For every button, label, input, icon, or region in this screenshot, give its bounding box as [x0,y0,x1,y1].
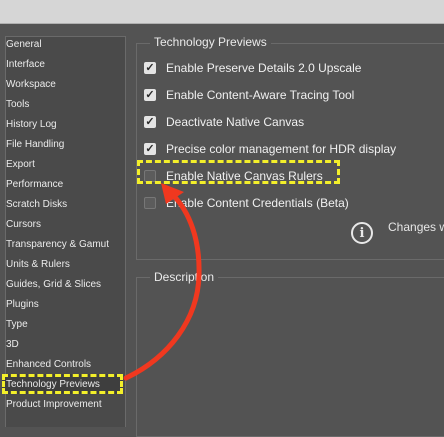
curved-arrow-icon [123,183,202,381]
